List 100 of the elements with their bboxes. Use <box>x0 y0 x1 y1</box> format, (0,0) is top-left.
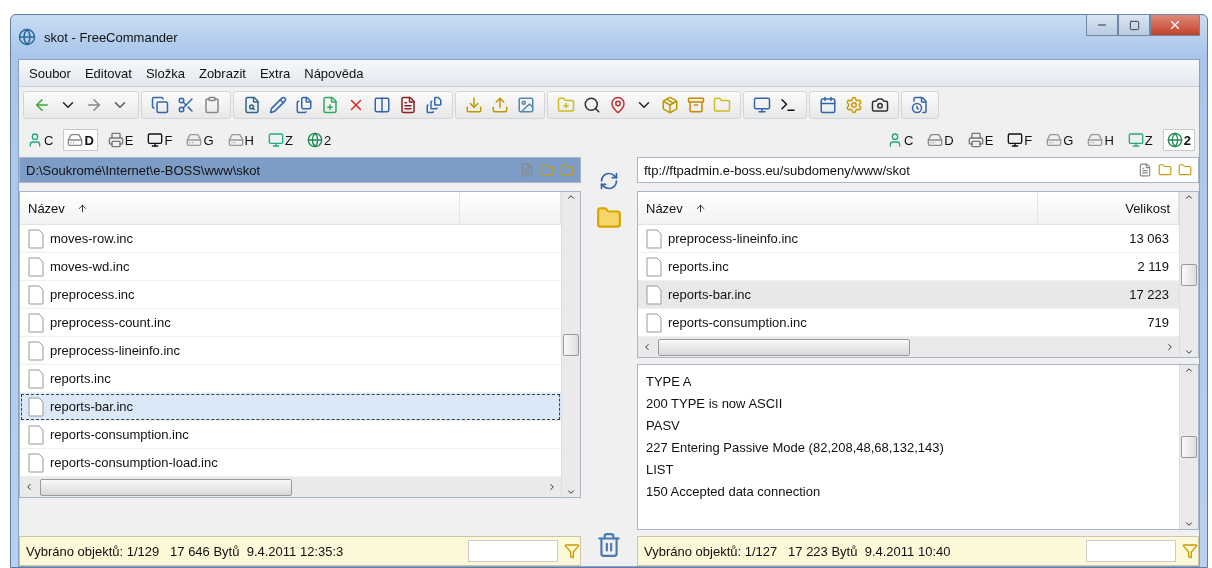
maximize-button[interactable] <box>1118 14 1150 36</box>
menu-item[interactable]: Soubor <box>29 65 71 81</box>
file-icon <box>28 368 44 389</box>
vertical-scrollbar[interactable] <box>1179 192 1198 357</box>
file-stack-icon[interactable] <box>424 95 444 115</box>
scroll-thumb[interactable] <box>1181 263 1197 286</box>
folder-icon[interactable] <box>1158 163 1172 177</box>
drive-button[interactable]: 2 <box>302 129 336 151</box>
network-drive-icon <box>267 132 284 148</box>
file-size: 17 223 <box>1128 287 1170 302</box>
menu-item[interactable]: Editovat <box>84 65 132 81</box>
drive-button[interactable]: G <box>1042 129 1078 151</box>
scroll-down-icon[interactable] <box>566 487 576 497</box>
minimize-button[interactable] <box>1086 14 1118 36</box>
menu-item[interactable]: Zobrazit <box>198 65 246 81</box>
scroll-up-icon[interactable] <box>1184 365 1194 375</box>
network-drive-icon <box>1127 132 1144 148</box>
filter-field[interactable] <box>1086 540 1176 562</box>
vertical-scrollbar[interactable] <box>561 192 580 497</box>
pin-icon[interactable] <box>608 95 628 115</box>
download-icon[interactable] <box>464 95 484 115</box>
package-icon[interactable] <box>660 95 680 115</box>
drive-button[interactable]: Z <box>263 129 297 151</box>
file-icon <box>28 452 44 473</box>
menu-item[interactable]: Extra <box>259 65 291 81</box>
swap-icon[interactable] <box>599 171 619 191</box>
file-text-icon[interactable] <box>398 95 418 115</box>
file-view-icon[interactable] <box>242 95 262 115</box>
files-icon[interactable] <box>294 95 314 115</box>
filter-icon[interactable] <box>1182 543 1198 559</box>
scroll-thumb[interactable] <box>563 333 579 356</box>
file-clock-icon[interactable] <box>910 95 930 115</box>
drive-button[interactable]: H <box>223 129 258 151</box>
drive-button[interactable]: Z <box>1123 129 1157 151</box>
pencil-icon[interactable] <box>268 95 288 115</box>
vertical-scrollbar[interactable] <box>1179 365 1198 529</box>
horizontal-scrollbar[interactable] <box>20 477 561 497</box>
settings-icon[interactable] <box>844 95 864 115</box>
column-label: Název <box>646 200 683 216</box>
upload-icon[interactable] <box>490 95 510 115</box>
scroll-left-icon[interactable] <box>24 482 34 492</box>
drive-button[interactable]: H <box>1083 129 1118 151</box>
file-icon <box>646 284 662 305</box>
filter-icon[interactable] <box>564 543 580 559</box>
close-icon <box>1168 18 1182 32</box>
file-size: 13 063 <box>1128 231 1170 246</box>
sort-arrow-icon <box>76 202 88 214</box>
scroll-thumb[interactable] <box>40 478 292 496</box>
columns-icon[interactable] <box>372 95 392 115</box>
folder-icon[interactable] <box>1178 163 1192 177</box>
close-button[interactable] <box>1150 14 1200 36</box>
column-header[interactable]: Název <box>638 192 1038 224</box>
path-bar[interactable]: ftp://ftpadmin.e-boss.eu/subdomeny/www/skot <box>637 157 1199 183</box>
paste-icon[interactable] <box>202 95 222 115</box>
scroll-thumb[interactable] <box>658 338 910 356</box>
menu-item[interactable]: Složka <box>145 65 185 81</box>
drive-button[interactable]: G <box>182 129 218 151</box>
camera-icon[interactable] <box>870 95 890 115</box>
scroll-down-icon[interactable] <box>1184 519 1194 529</box>
folder-icon[interactable] <box>712 95 732 115</box>
drive-button[interactable]: F <box>143 129 177 151</box>
file-icon <box>28 340 44 361</box>
file-icon <box>28 312 44 333</box>
scissors-icon[interactable] <box>176 95 196 115</box>
scroll-up-icon[interactable] <box>1184 192 1194 202</box>
horizontal-scrollbar[interactable] <box>638 337 1179 357</box>
status-text: Vybráno objektů: 1/127 17 223 Bytů 9.4.2011 10:40 <box>644 543 952 559</box>
scroll-right-icon[interactable] <box>1165 342 1175 352</box>
scroll-thumb[interactable] <box>1181 436 1197 458</box>
archive-icon[interactable] <box>686 95 706 115</box>
drive-button[interactable]: F <box>1003 129 1037 151</box>
scroll-down-icon[interactable] <box>1184 347 1194 357</box>
file-row[interactable]: preprocess-lineinfo.inc 13 063 <box>638 225 1179 253</box>
filter-field[interactable] <box>468 540 558 562</box>
folder-icon[interactable] <box>596 205 622 231</box>
image-icon[interactable] <box>516 95 536 115</box>
drive-button[interactable]: 2 <box>1162 129 1195 151</box>
file-size: 719 <box>1146 315 1170 330</box>
drive-button[interactable]: D <box>63 129 98 151</box>
scroll-up-icon[interactable] <box>566 192 576 202</box>
folder-plus-icon[interactable] <box>556 95 576 115</box>
file-icon[interactable] <box>1138 163 1152 177</box>
file-icon <box>28 256 44 277</box>
globe-icon <box>1166 132 1183 148</box>
drive-button[interactable]: D <box>923 129 958 151</box>
log-line: 150 Accepted data connection <box>646 483 822 501</box>
drive-button[interactable]: E <box>963 129 998 151</box>
scroll-right-icon[interactable] <box>547 482 557 492</box>
drive-button[interactable]: C <box>23 129 58 151</box>
monitor-icon[interactable] <box>752 95 772 115</box>
drive-button[interactable]: C <box>882 129 918 151</box>
drive-button[interactable]: E <box>103 129 138 151</box>
trash-icon[interactable] <box>596 532 622 558</box>
copy-icon[interactable] <box>150 95 170 115</box>
menu-item[interactable]: Nápověda <box>304 65 364 81</box>
file-icon <box>646 312 662 333</box>
file-row[interactable]: reports-bar.inc 17 223 <box>638 281 1179 309</box>
scroll-left-icon[interactable] <box>642 342 652 352</box>
new-file-icon[interactable] <box>320 95 340 115</box>
calendar-icon[interactable] <box>818 95 838 115</box>
